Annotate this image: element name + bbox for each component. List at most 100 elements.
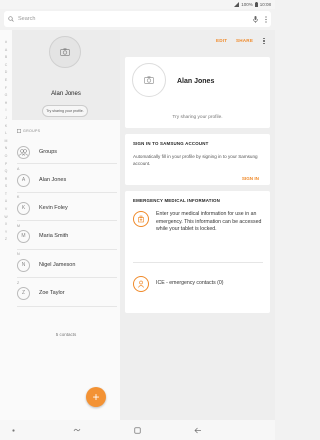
contact-row-maria-smith[interactable]: M Maria Smith bbox=[17, 227, 117, 245]
groups-icon bbox=[17, 145, 30, 159]
alphabet-index-letter[interactable]: H bbox=[5, 101, 8, 105]
groups-header-label: GROUPS bbox=[23, 129, 41, 133]
search-input[interactable]: Search bbox=[18, 16, 253, 22]
divider bbox=[17, 220, 117, 221]
edit-button[interactable]: EDIT bbox=[216, 38, 227, 43]
profile-card: Alan Jones Try sharing your profile. bbox=[125, 57, 270, 128]
camera-icon bbox=[144, 76, 154, 84]
ice-contacts-label: ICE - emergency contacts (0) bbox=[156, 280, 224, 287]
ice-contacts-row[interactable]: ICE - emergency contacts (0) bbox=[133, 276, 263, 292]
more-options-icon[interactable] bbox=[265, 15, 267, 23]
signal-icon bbox=[234, 2, 240, 7]
alphabet-index[interactable]: # A B C D E F G H I J K L M N O P Q R S T U V W X Y Z bbox=[0, 30, 12, 420]
alphabet-index-letter[interactable]: F bbox=[5, 86, 7, 90]
alphabet-index-letter[interactable]: T bbox=[5, 192, 7, 196]
medical-info-icon bbox=[133, 211, 149, 227]
divider bbox=[17, 163, 117, 164]
alphabet-index-letter[interactable]: A bbox=[5, 48, 7, 52]
contact-avatar: A bbox=[17, 173, 30, 187]
contacts-count: 5 contacts bbox=[55, 332, 77, 337]
alphabet-index-letter[interactable]: I bbox=[6, 108, 7, 112]
alphabet-index-letter[interactable]: Z bbox=[5, 237, 7, 241]
alphabet-index-letter[interactable]: V bbox=[5, 207, 7, 211]
contact-row-kevin-foley[interactable]: K Kevin Foley bbox=[17, 199, 117, 217]
profile-card-tagline: Try sharing your profile. bbox=[172, 115, 223, 120]
recent-apps-icon[interactable] bbox=[70, 423, 84, 437]
contact-row-alan-jones[interactable]: A Alan Jones bbox=[17, 171, 117, 189]
share-button[interactable]: SHARE bbox=[236, 38, 253, 43]
battery-percent: 100% bbox=[241, 2, 253, 7]
detail-more-options-icon[interactable] bbox=[260, 35, 268, 47]
dot-indicator-icon bbox=[6, 423, 20, 437]
samsung-signin-card: SIGN IN TO SAMSUNG ACCOUNT Automatically… bbox=[125, 134, 270, 185]
contact-row-nigel-jameson[interactable]: N Nigel Jameson bbox=[17, 256, 117, 274]
contact-name: Alan Jones bbox=[39, 177, 67, 183]
clock: 10:08 bbox=[259, 2, 271, 7]
microphone-icon[interactable] bbox=[253, 15, 258, 23]
contact-avatar: N bbox=[17, 258, 30, 272]
alphabet-index-letter[interactable]: C bbox=[5, 63, 8, 67]
alphabet-index-letter[interactable]: E bbox=[5, 78, 7, 82]
alphabet-index-letter[interactable]: O bbox=[5, 154, 8, 158]
profile-card-avatar[interactable] bbox=[132, 63, 166, 97]
contact-row-zoe-taylor[interactable]: Z Zoe Taylor bbox=[17, 284, 117, 302]
alphabet-index-letter[interactable]: N bbox=[5, 146, 8, 150]
contact-avatar: M bbox=[17, 229, 30, 243]
search-icon bbox=[8, 16, 14, 22]
profile-avatar[interactable] bbox=[49, 36, 81, 68]
my-profile[interactable]: Alan Jones Try sharing your profile. bbox=[12, 30, 120, 120]
alphabet-index-letter[interactable]: J bbox=[5, 116, 7, 120]
alphabet-index-letter[interactable]: K bbox=[5, 124, 7, 128]
profile-name: Alan Jones bbox=[51, 91, 81, 97]
groups-section-header: GROUPS bbox=[17, 129, 40, 133]
contact-name: Maria Smith bbox=[39, 233, 69, 239]
profile-card-name: Alan Jones bbox=[177, 78, 215, 85]
alphabet-index-letter[interactable]: Q bbox=[5, 169, 8, 173]
add-contact-button[interactable]: + bbox=[86, 387, 106, 407]
alphabet-index-letter[interactable]: G bbox=[5, 93, 8, 97]
divider bbox=[17, 192, 117, 193]
emergency-info-card: EMERGENCY MEDICAL INFORMATION Enter your… bbox=[125, 191, 270, 313]
divider bbox=[17, 306, 117, 307]
divider bbox=[17, 277, 117, 278]
contact-avatar: K bbox=[17, 201, 30, 215]
status-indicators: 100% 10:08 bbox=[234, 2, 271, 7]
alphabet-index-letter[interactable]: Y bbox=[5, 230, 7, 234]
emergency-contacts-icon bbox=[133, 276, 149, 292]
alphabet-index-letter[interactable]: X bbox=[5, 222, 7, 226]
system-navigation-bar bbox=[0, 420, 275, 440]
alphabet-index-letter[interactable]: L bbox=[5, 131, 7, 135]
alphabet-index-letter[interactable]: S bbox=[5, 184, 7, 188]
emergency-card-title: EMERGENCY MEDICAL INFORMATION bbox=[133, 198, 221, 203]
back-icon[interactable] bbox=[191, 423, 205, 437]
alphabet-index-letter[interactable]: W bbox=[4, 215, 7, 219]
alphabet-index-letter[interactable]: # bbox=[5, 40, 7, 44]
groups-label: Groups bbox=[39, 149, 58, 155]
contact-avatar: Z bbox=[17, 286, 30, 300]
groups-item[interactable]: Groups bbox=[17, 143, 117, 161]
sign-in-button[interactable]: SIGN IN bbox=[242, 176, 259, 181]
signin-card-title: SIGN IN TO SAMSUNG ACCOUNT bbox=[133, 141, 209, 146]
home-icon[interactable] bbox=[130, 423, 144, 437]
divider bbox=[133, 262, 263, 263]
status-bar: 100% 10:08 bbox=[0, 0, 275, 9]
contact-name: Kevin Foley bbox=[39, 205, 68, 211]
battery-icon bbox=[254, 2, 258, 7]
signin-card-body: Automatically fill in your profile by si… bbox=[133, 154, 258, 166]
alphabet-index-letter[interactable]: B bbox=[5, 55, 7, 59]
detail-toolbar: EDIT SHARE bbox=[120, 30, 275, 52]
contact-name: Nigel Jameson bbox=[39, 262, 76, 268]
share-profile-button[interactable]: Try sharing your profile. bbox=[42, 105, 88, 117]
groups-header-icon bbox=[17, 129, 21, 133]
camera-icon bbox=[60, 48, 70, 56]
alphabet-index-letter[interactable]: M bbox=[5, 139, 8, 143]
alphabet-index-letter[interactable]: D bbox=[5, 70, 8, 74]
contacts-list-pane: # A B C D E F G H I J K L M N O P Q R S T U V W X Y Z Alan Jones T… bbox=[0, 30, 120, 420]
alphabet-index-letter[interactable]: P bbox=[5, 162, 7, 166]
medical-info-row[interactable]: Enter your medical information for use i… bbox=[133, 211, 263, 234]
divider bbox=[17, 249, 117, 250]
search-bar[interactable]: Search bbox=[4, 11, 271, 27]
alphabet-index-letter[interactable]: R bbox=[5, 177, 8, 181]
alphabet-index-letter[interactable]: U bbox=[5, 199, 8, 203]
contact-name: Zoe Taylor bbox=[39, 290, 65, 296]
